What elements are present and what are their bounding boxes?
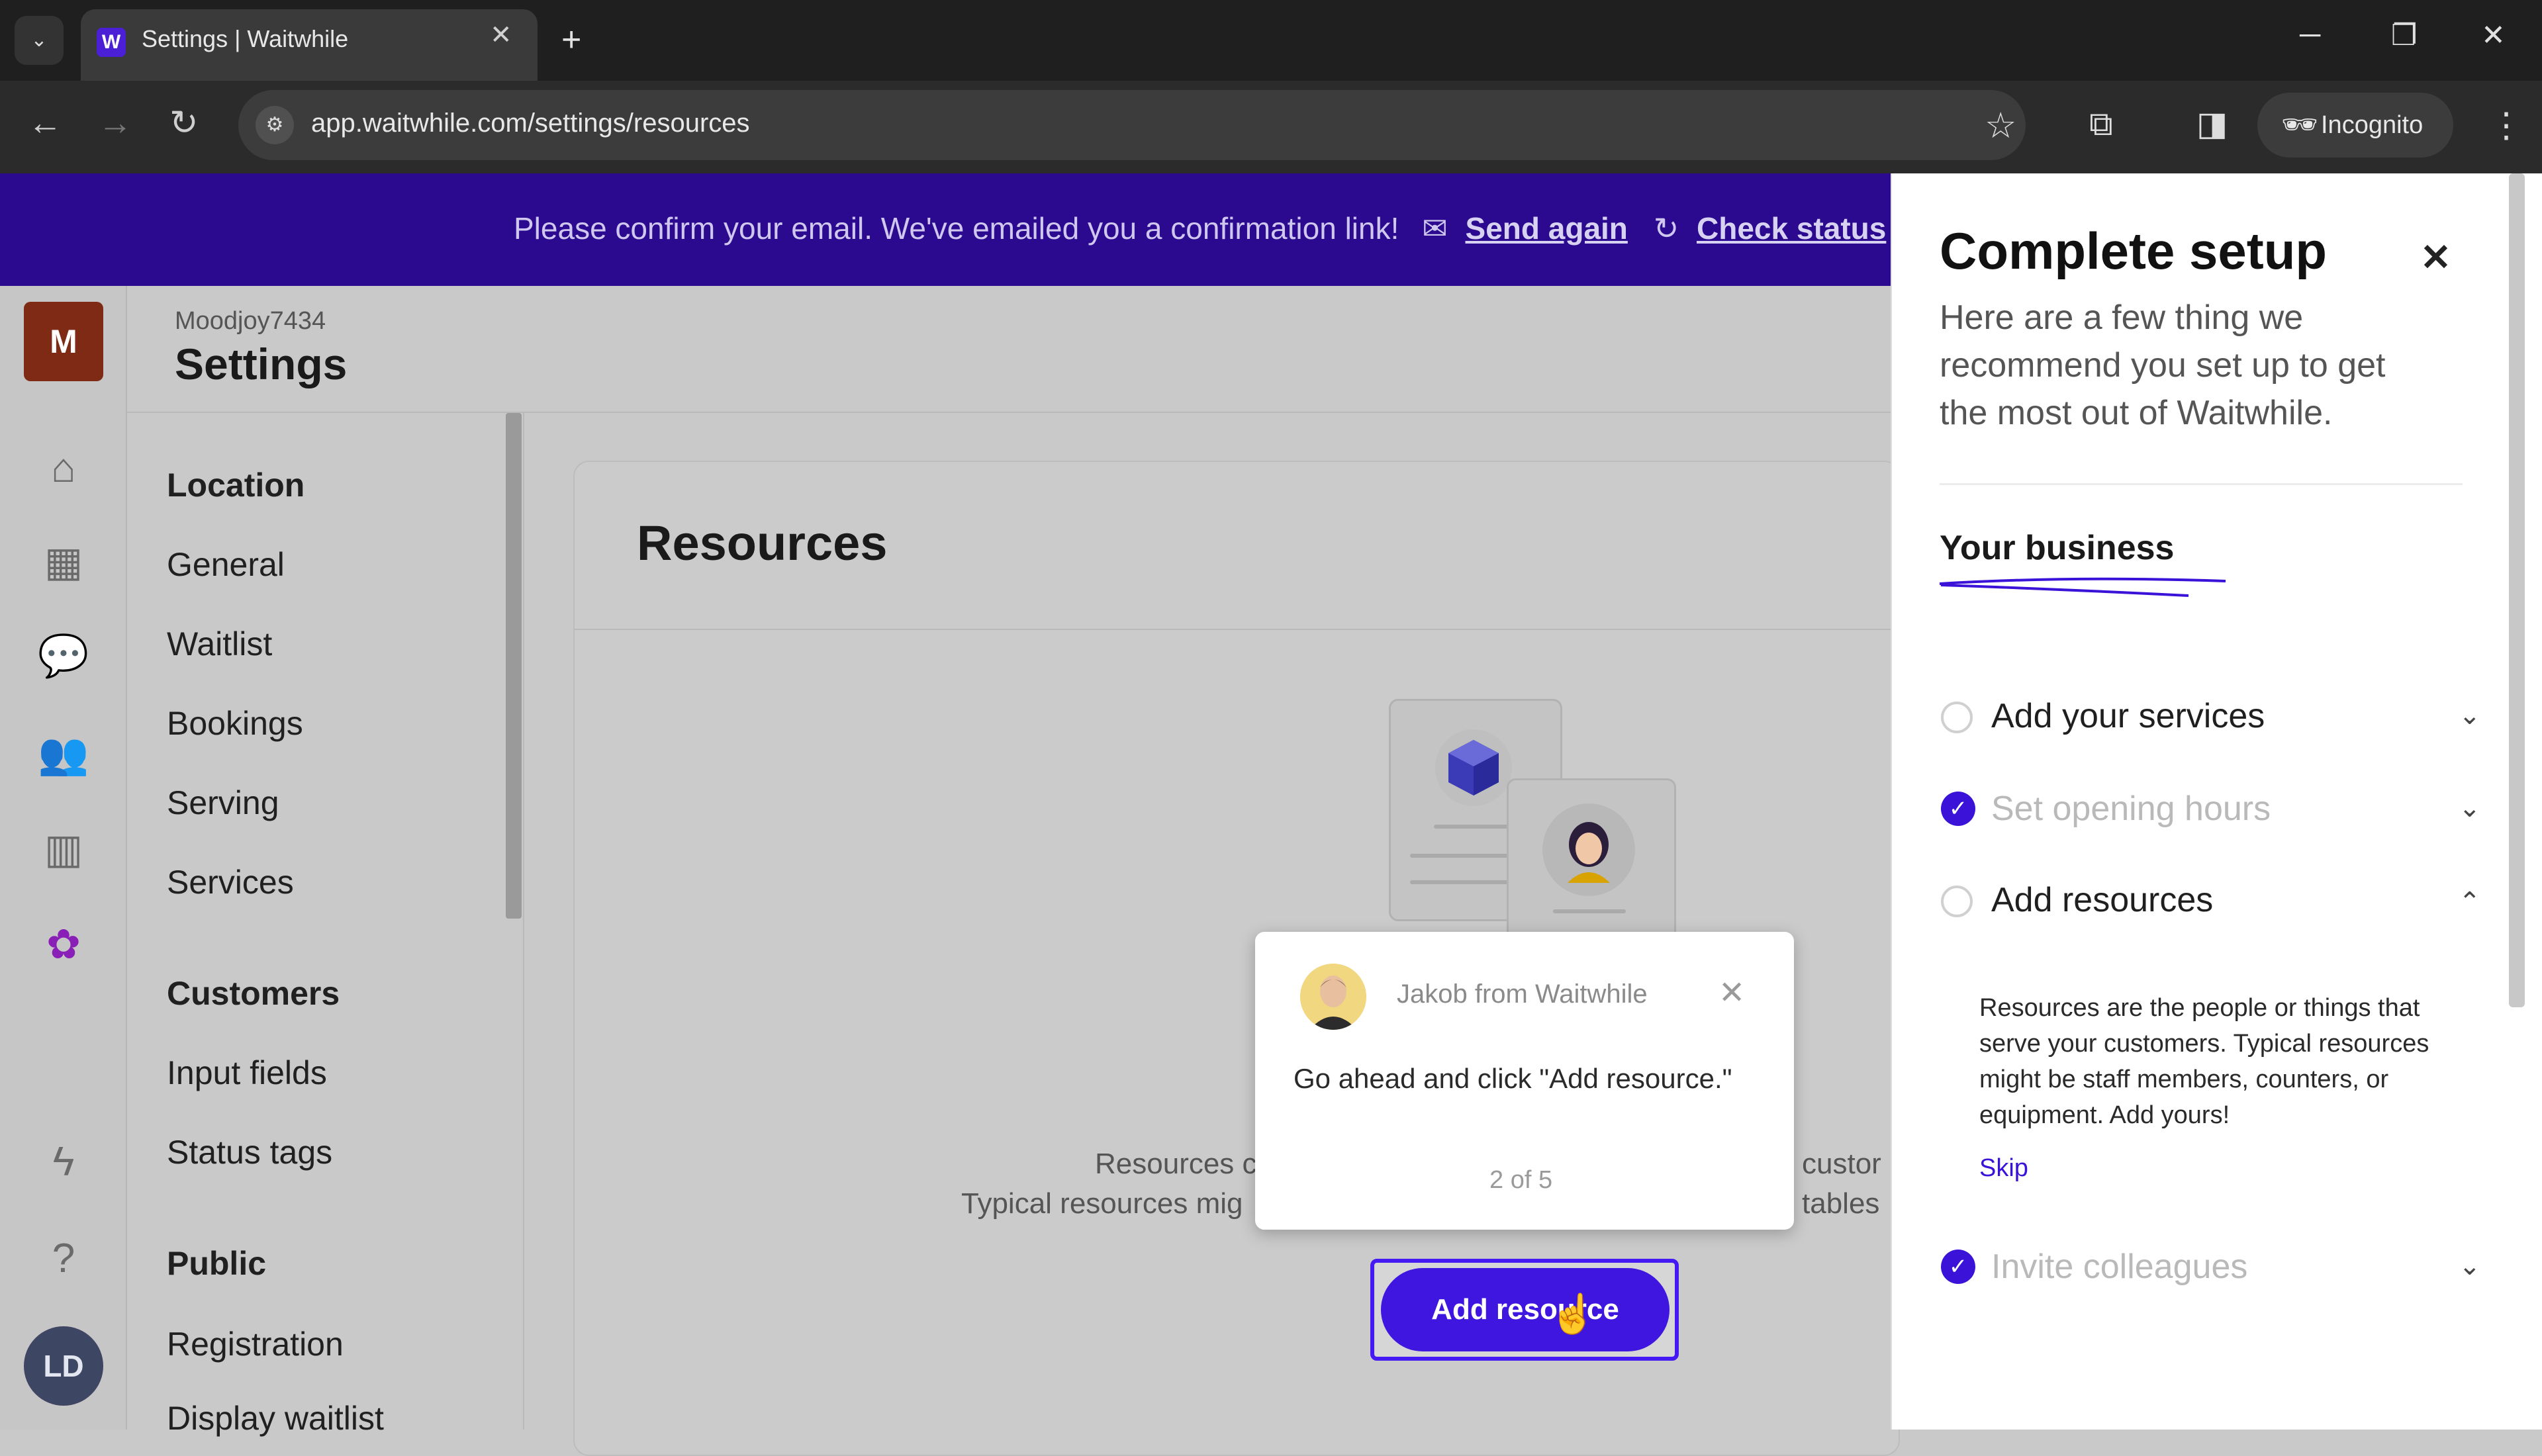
new-tab-plus-icon[interactable]: + — [561, 20, 581, 60]
tour-close-icon[interactable]: ✕ — [1718, 974, 1745, 1011]
card-divider — [575, 629, 1892, 630]
page-title: Settings — [175, 340, 348, 388]
step-status-circle — [1941, 702, 1973, 733]
back-icon[interactable]: ← — [28, 103, 62, 143]
extensions-icon[interactable]: ⧉ — [2089, 105, 2113, 144]
check-status-link[interactable]: Check status — [1697, 211, 1886, 246]
illustration-line — [1410, 854, 1509, 858]
help-icon[interactable]: ? — [37, 1232, 90, 1285]
tab-title: Settings | Waitwhile — [142, 25, 349, 52]
user-avatar[interactable]: LD — [24, 1326, 103, 1406]
restore-icon[interactable]: ❐ — [2391, 19, 2417, 52]
waitwhile-favicon-icon: W — [97, 28, 126, 57]
nav-item-bookings[interactable]: Bookings — [167, 704, 303, 743]
bookmark-star-icon[interactable]: ☆ — [1985, 105, 2016, 146]
add-resources-description: Resources are the people or things that … — [1979, 994, 2429, 1129]
resources-desc-line2-right: tables — [1802, 1187, 1880, 1220]
incognito-icon: 🕶 — [2281, 109, 2318, 141]
illustration-line — [1434, 825, 1513, 829]
lightning-icon[interactable]: ϟ — [37, 1136, 90, 1189]
panel-close-icon[interactable]: ✕ — [2420, 236, 2451, 279]
tab-search-button[interactable]: ⌄ — [15, 16, 64, 65]
resources-desc-line1-left: Resources c — [1095, 1148, 1257, 1180]
step-done-check-icon: ✓ — [1941, 1250, 1975, 1284]
panel-subtitle: Here are a few thing we recommend you se… — [1940, 298, 2386, 432]
panel-title: Complete setup — [1940, 222, 2328, 280]
send-again-link[interactable]: Send again — [1466, 211, 1628, 246]
step-status-circle — [1941, 886, 1973, 917]
calendar-icon[interactable]: ▦ — [37, 536, 90, 589]
chevron-down-icon[interactable]: ⌄ — [2459, 1251, 2481, 1281]
site-info-icon[interactable]: ⚙ — [256, 106, 294, 144]
step-invite-colleagues[interactable]: Invite colleagues — [1991, 1247, 2247, 1287]
nav-item-input-fields[interactable]: Input fields — [167, 1054, 327, 1092]
nav-item-waitlist[interactable]: Waitlist — [167, 625, 272, 663]
location-name: Moodjoy7434 — [175, 307, 326, 335]
home-icon[interactable]: ⌂ — [37, 442, 90, 495]
panel-scrollbar[interactable] — [2509, 173, 2525, 1007]
analytics-icon[interactable]: ▥ — [37, 823, 90, 876]
forward-icon[interactable]: → — [98, 103, 132, 143]
reload-icon[interactable]: ↻ — [169, 103, 199, 143]
side-panel-icon[interactable]: ◨ — [2196, 105, 2228, 143]
nav-item-display-waitlist[interactable]: Display waitlist — [167, 1399, 384, 1437]
resources-desc-line2-left: Typical resources mig — [961, 1187, 1243, 1220]
browser-menu-icon[interactable]: ⋮ — [2489, 106, 2523, 146]
chevron-down-icon[interactable]: ⌄ — [2459, 793, 2481, 823]
step-done-check-icon: ✓ — [1941, 792, 1975, 826]
add-resource-button[interactable]: Add resource — [1381, 1268, 1670, 1351]
section-your-business[interactable]: Your business — [1940, 528, 2174, 568]
resources-desc-line1-right: custor — [1802, 1148, 1881, 1180]
refresh-icon: ↻ — [1653, 211, 1679, 246]
person-illustration-icon — [1542, 803, 1635, 896]
chevron-up-icon[interactable]: ⌃ — [2459, 887, 2481, 917]
illustration-line — [1553, 909, 1626, 913]
tour-message: Go ahead and click "Add resource." — [1294, 1063, 1732, 1094]
settings-nav-scrollbar[interactable] — [506, 413, 522, 919]
step-add-resources[interactable]: Add resources — [1991, 880, 2213, 920]
nav-heading-customers: Customers — [167, 975, 340, 1012]
window-close-icon[interactable]: ✕ — [2481, 19, 2506, 52]
nav-item-registration[interactable]: Registration — [167, 1325, 344, 1363]
hand-cursor-icon: ☝ — [1549, 1293, 1597, 1336]
customers-icon[interactable]: 👥 — [37, 728, 90, 781]
chevron-down-icon[interactable]: ⌄ — [2459, 700, 2481, 731]
step-add-services[interactable]: Add your services — [1991, 696, 2265, 736]
nav-heading-public: Public — [167, 1245, 267, 1282]
underline-swoosh — [1939, 577, 2226, 597]
chat-icon[interactable]: 💬 — [37, 630, 90, 683]
url-text[interactable]: app.waitwhile.com/settings/resources — [311, 109, 750, 138]
tab-close-icon[interactable]: ✕ — [490, 20, 512, 50]
page-header — [127, 286, 1891, 413]
nav-item-services[interactable]: Services — [167, 863, 294, 901]
settings-toggle-icon[interactable]: ✿ — [37, 919, 90, 972]
panel-divider — [1940, 483, 2463, 485]
banner-message: Please confirm your email. We've emailed… — [514, 211, 1399, 246]
nav-item-general[interactable]: General — [167, 545, 285, 584]
mail-icon: ✉ — [1422, 211, 1448, 246]
resources-title: Resources — [637, 516, 888, 570]
tour-sender: Jakob from Waitwhile — [1397, 979, 1648, 1009]
nav-item-status-tags[interactable]: Status tags — [167, 1133, 332, 1171]
skip-link[interactable]: Skip — [1979, 1154, 2028, 1183]
location-avatar[interactable]: M — [24, 302, 103, 381]
jakob-avatar — [1300, 964, 1366, 1030]
nav-heading-location: Location — [167, 467, 305, 504]
minimize-icon[interactable]: ─ — [2300, 19, 2320, 52]
illustration-line — [1410, 880, 1509, 884]
tour-step-counter: 2 of 5 — [1489, 1166, 1553, 1194]
cube-illustration-icon — [1435, 729, 1512, 806]
nav-item-serving[interactable]: Serving — [167, 784, 279, 822]
step-set-opening-hours[interactable]: Set opening hours — [1991, 789, 2271, 829]
banner-content: Please confirm your email. We've emailed… — [514, 210, 1886, 246]
